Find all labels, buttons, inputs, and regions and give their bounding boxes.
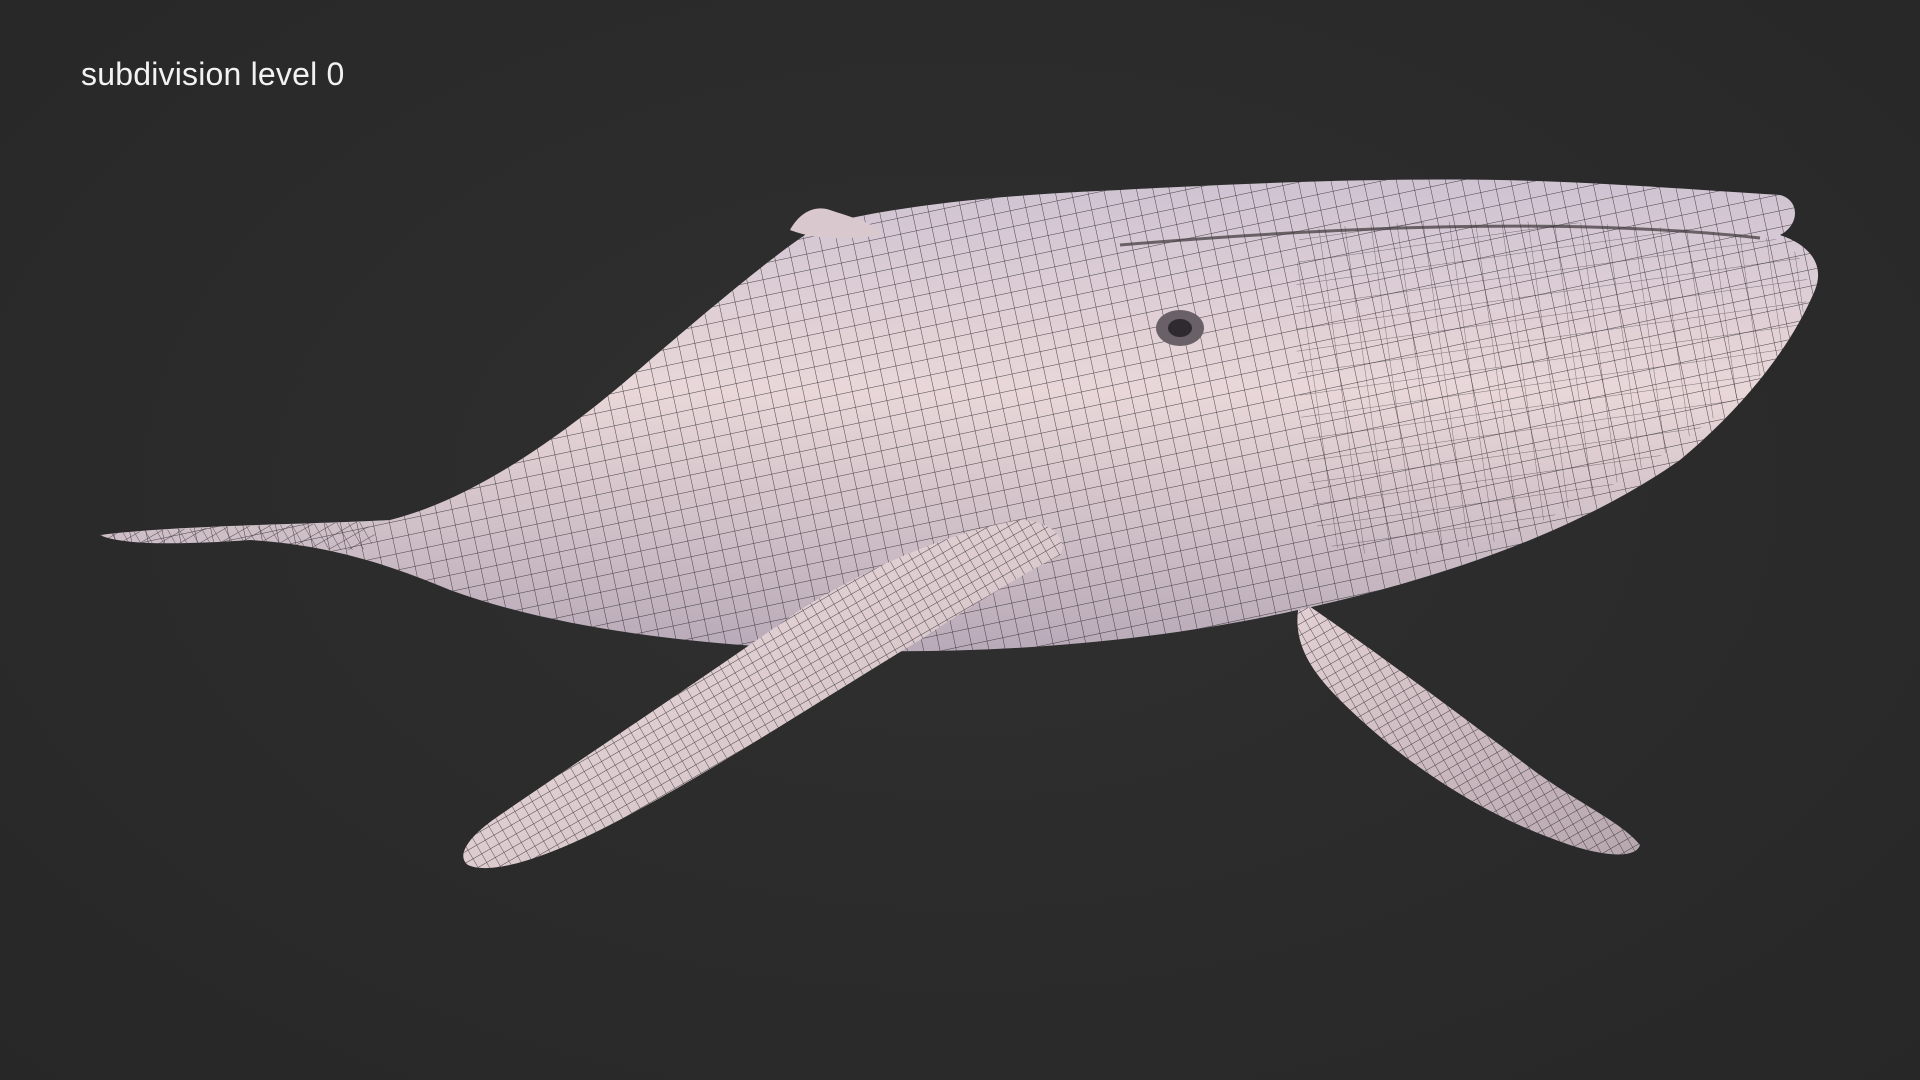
whale-eye [1156, 310, 1204, 346]
rear-pectoral-fin [1297, 600, 1640, 855]
whale-mesh-render [100, 179, 1819, 869]
3d-viewport[interactable]: subdivision level 0 [0, 0, 1920, 1080]
